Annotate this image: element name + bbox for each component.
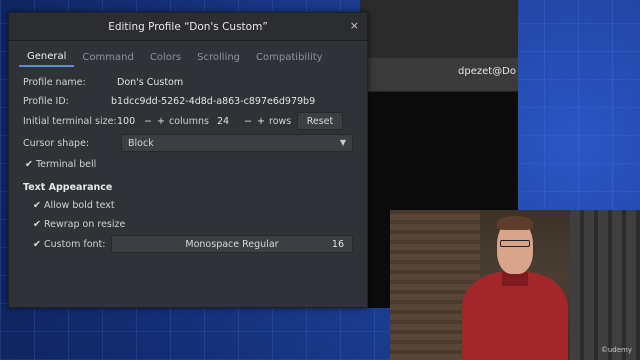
cursor-shape-row: Cursor shape: Block ▼ (23, 134, 353, 152)
dropdown-arrow-icon: ▼ (339, 138, 346, 147)
terminal-size-label: Initial terminal size: (23, 115, 117, 127)
rows-input[interactable]: 24 (217, 116, 243, 127)
profile-id-value: b1dcc9dd-5262-4d8d-a863-c897e6d979b9 (111, 95, 316, 107)
tab-general[interactable]: General (19, 48, 75, 67)
checkmark-icon[interactable]: ✔ (33, 239, 41, 250)
terminal-bell-label: Terminal bell (35, 158, 97, 170)
reset-button[interactable]: Reset (297, 112, 343, 130)
terminal-size-row: Initial terminal size: 100 − + columns 2… (23, 112, 353, 130)
rewrap-label: Rewrap on resize (43, 218, 126, 230)
terminal-user-prompt: dpezet@Do (458, 66, 516, 77)
columns-increment-button[interactable]: + (153, 116, 169, 127)
tab-compatibility[interactable]: Compatibility (248, 49, 331, 66)
tab-colors[interactable]: Colors (142, 49, 189, 66)
cursor-shape-value: Block (128, 137, 154, 149)
tab-command[interactable]: Command (74, 49, 141, 66)
rows-label: rows (269, 115, 292, 127)
text-appearance-row: Text Appearance (23, 179, 353, 195)
udemy-watermark: ©udemy (600, 346, 632, 354)
profile-name-field[interactable]: Don's Custom (117, 77, 183, 88)
text-appearance-heading: Text Appearance (23, 181, 113, 193)
tab-bar: General Command Colors Scrolling Compati… (9, 46, 367, 68)
columns-decrement-button[interactable]: − (143, 116, 153, 127)
dialog-titlebar: Editing Profile “Don's Custom” × (9, 13, 367, 41)
custom-font-row: ✔ Custom font: Monospace Regular 16 (23, 235, 353, 253)
tab-scrolling[interactable]: Scrolling (189, 49, 248, 66)
checkmark-icon: ✔ (33, 199, 41, 211)
custom-font-label: Custom font: (43, 238, 106, 250)
profile-name-label: Profile name: (23, 76, 86, 88)
presenter-webcam: ©udemy (390, 210, 640, 360)
presenter-hair (497, 216, 533, 230)
terminal-window-top (360, 0, 518, 58)
close-icon[interactable]: × (350, 19, 359, 32)
rewrap-checkbox[interactable]: ✔ Rewrap on resize (23, 216, 353, 232)
columns-input[interactable]: 100 (117, 116, 143, 127)
presenter-glasses (500, 240, 530, 247)
profile-id-row: Profile ID: b1dcc9dd-5262-4d8d-a863-c897… (23, 93, 353, 109)
profile-name-row: Profile name: Don's Custom (23, 74, 353, 90)
profile-preferences-dialog: Editing Profile “Don's Custom” × General… (8, 12, 368, 308)
checkmark-icon: ✔ (25, 158, 33, 170)
presenter-collar (502, 272, 528, 286)
wall-panel-right (570, 210, 640, 360)
terminal-bell-checkbox[interactable]: ✔ Terminal bell (23, 156, 353, 172)
rows-increment-button[interactable]: + (253, 116, 269, 127)
font-size: 16 (331, 238, 344, 250)
font-picker-button[interactable]: Monospace Regular 16 (111, 235, 353, 253)
dialog-title: Editing Profile “Don's Custom” (108, 20, 268, 33)
columns-label: columns (169, 115, 209, 127)
terminal-header: dpezet@Do (360, 58, 518, 92)
allow-bold-checkbox[interactable]: ✔ Allow bold text (23, 197, 353, 213)
allow-bold-label: Allow bold text (43, 199, 115, 211)
cursor-shape-dropdown[interactable]: Block ▼ (121, 134, 353, 152)
font-name: Monospace Regular (185, 238, 279, 250)
cursor-shape-label: Cursor shape: (23, 137, 90, 149)
rows-decrement-button[interactable]: − (243, 116, 253, 127)
checkmark-icon: ✔ (33, 218, 41, 230)
profile-id-label: Profile ID: (23, 95, 69, 107)
